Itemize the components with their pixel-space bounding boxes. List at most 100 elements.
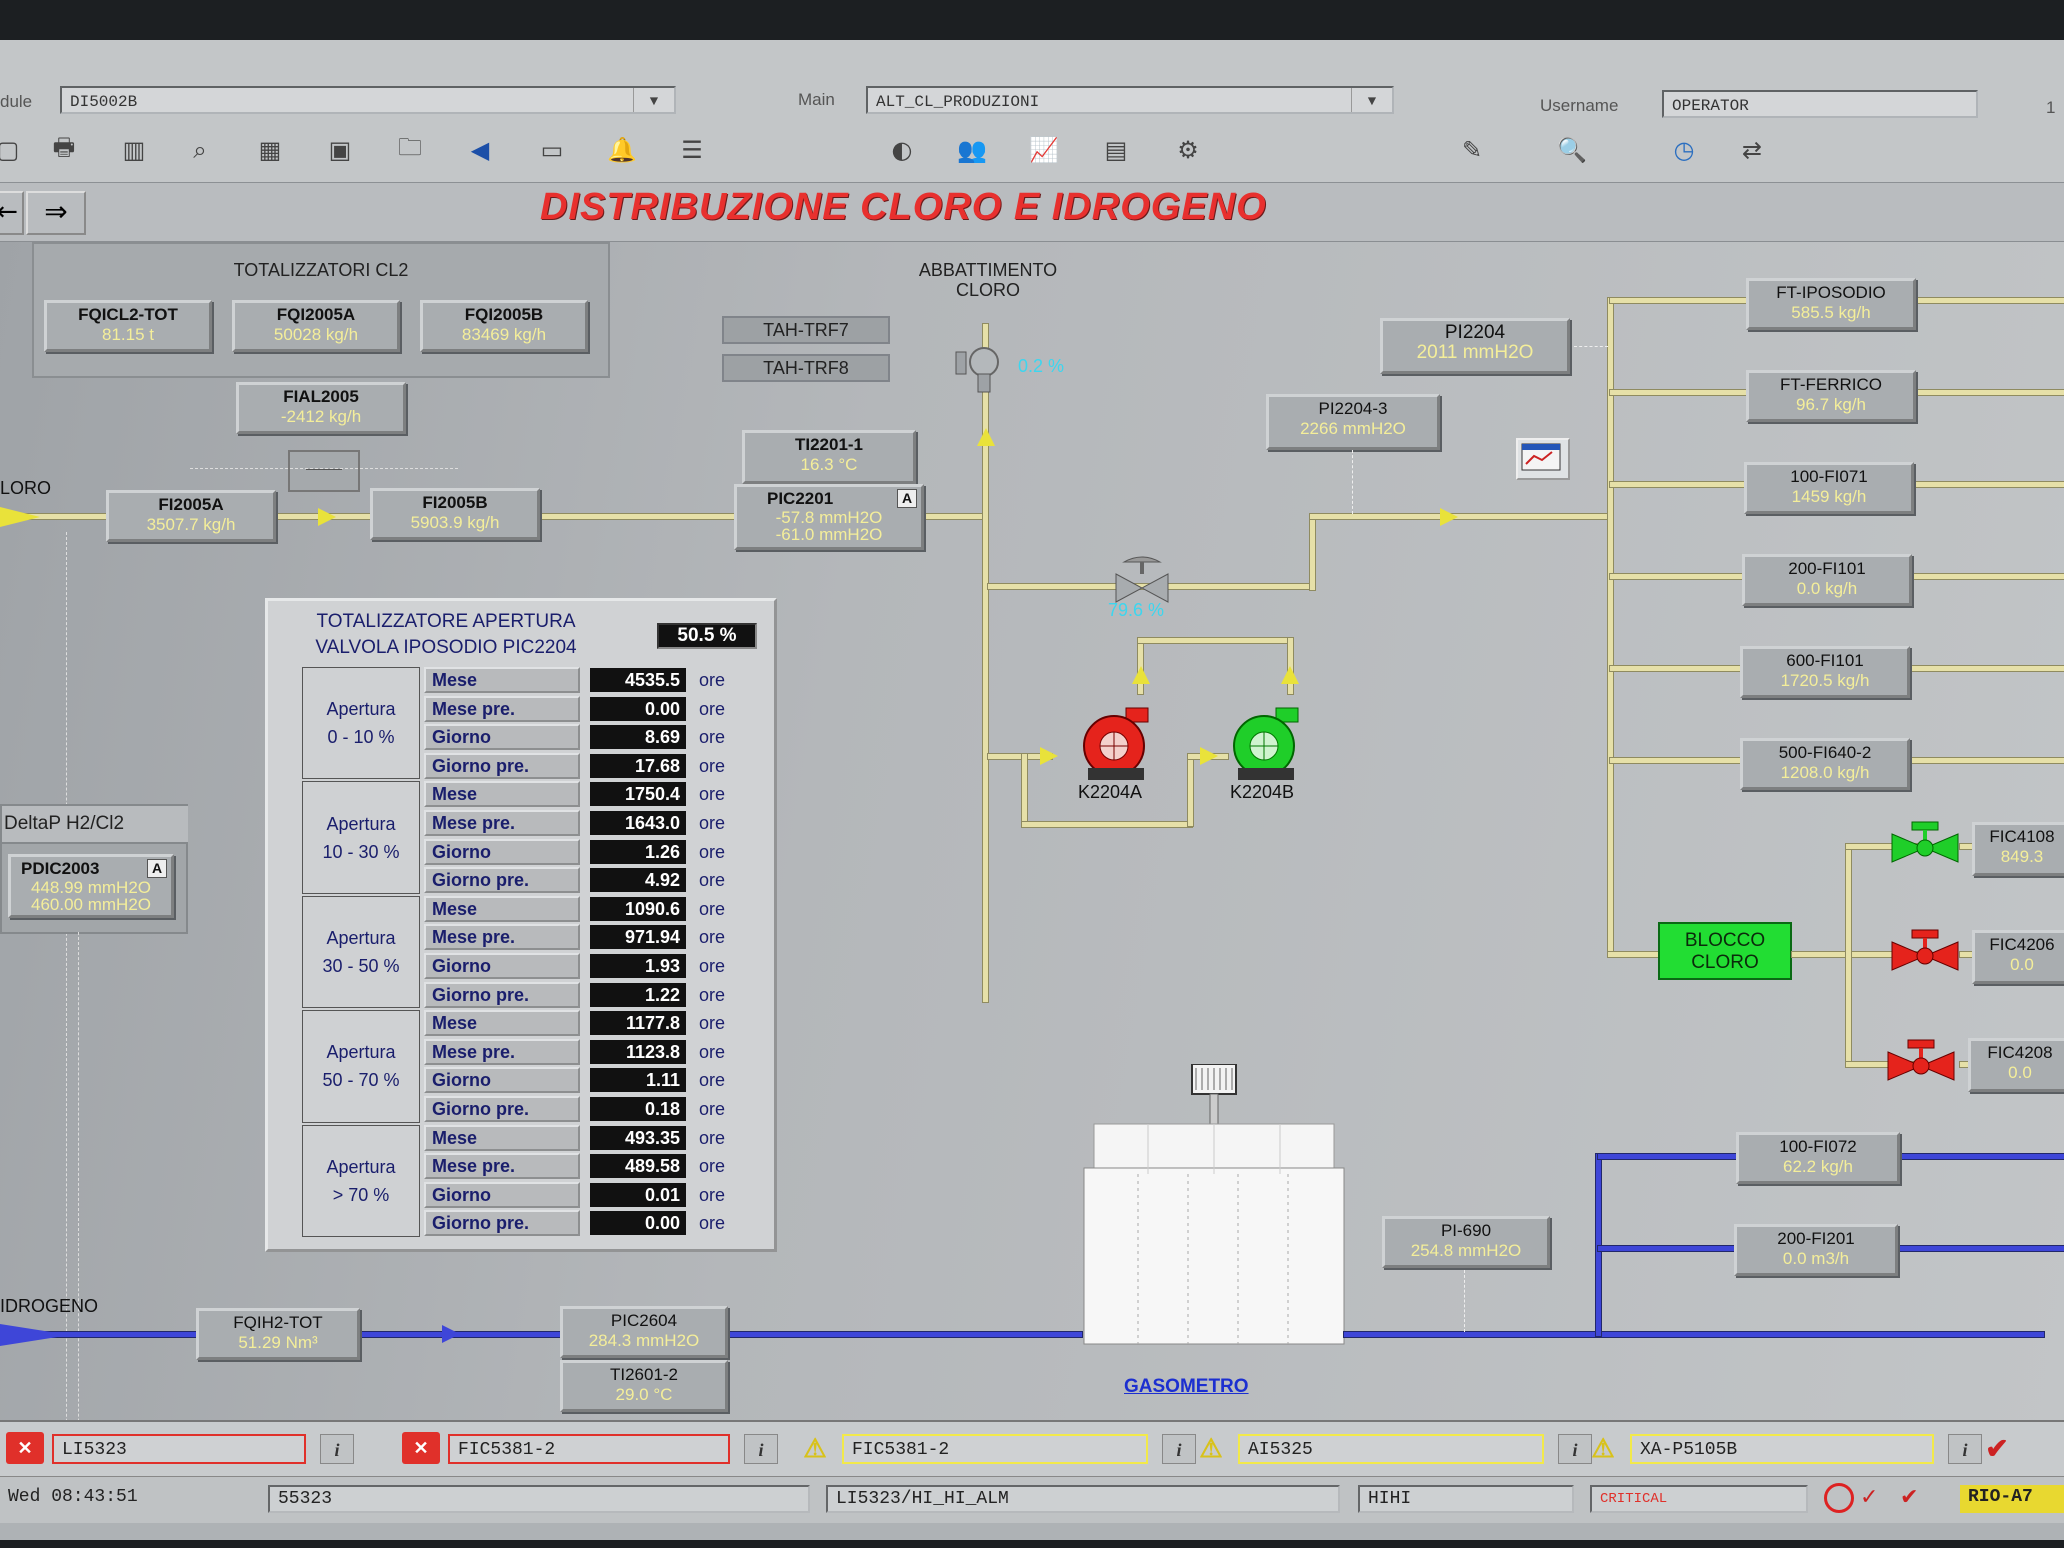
fial2005-tag[interactable]: FIAL2005 -2412 kg/h [236,382,406,434]
warning-triangle-icon[interactable]: ⚠ [1192,1432,1230,1464]
alarm-tag-field[interactable]: FIC5381-2 [842,1434,1148,1464]
trend-display-icon[interactable] [1516,438,1570,480]
flow-tag[interactable]: 100-FI072 62.2 kg/h [1736,1132,1900,1184]
tag-name: TI2201-1 [794,435,864,454]
report-icon[interactable]: ▤ [1094,130,1138,170]
fqi2005b-tag[interactable]: FQI2005B 83469 kg/h [420,300,588,352]
gasometro-tank-icon[interactable] [1078,1063,1350,1346]
opening-range-label: Apertura 30 - 50 % [302,895,420,1009]
gasometro-link[interactable]: GASOMETRO [1124,1376,1249,1398]
row-label: Mese [424,667,580,693]
dashed-signal-line [1464,1270,1466,1332]
plant-icon[interactable]: ⚙ [1166,130,1210,170]
users-icon[interactable]: 👥 [950,130,994,170]
pi2204-3-tag[interactable]: PI2204-3 2266 mmH2O [1266,394,1440,450]
alarm-tag-field[interactable]: FIC5381-2 [448,1434,730,1464]
folder-icon[interactable]: 🗀 [388,130,432,170]
trend-bars-icon[interactable]: ▥ [112,130,156,170]
info-button[interactable]: i [744,1434,778,1464]
bell-icon[interactable]: 🔔 [600,130,644,170]
chevron-down-icon[interactable]: ▼ [633,88,674,112]
datetime: Wed 08:43:51 [8,1487,138,1507]
ack-all-icon[interactable]: ✔ [1900,1483,1934,1513]
status-message: LI5323/HI_HI_ALM [826,1485,1340,1513]
dashed-signal-line [190,468,458,470]
header-bar: dule DI5002B ▼ Main ALT_CL_PRODUZIONI ▼ Us… [0,40,2064,121]
tag-value: 0.0 kg/h [1796,579,1858,598]
tah-trf7-tag[interactable]: TAH-TRF7 [722,316,890,344]
nav-forward-icon[interactable]: ⇒ [26,191,86,235]
screen-icon[interactable]: ▭ [530,130,574,170]
pump-k2204a-icon[interactable] [1076,704,1158,782]
ti2601-tag[interactable]: TI2601-2 29.0 °C [560,1360,728,1412]
warning-triangle-icon[interactable]: ⚠ [796,1432,834,1464]
globe-icon[interactable]: ◐ [880,130,924,170]
chevron-down-icon[interactable]: ▼ [1351,88,1392,112]
main-value: ALT_CL_PRODUZIONI [876,93,1040,111]
back-arrow-icon[interactable]: ◀ [458,130,502,170]
flow-tag[interactable]: 100-FI071 1459 kg/h [1744,462,1914,514]
edit-icon[interactable]: ✎ [1450,130,1494,170]
flow-tag[interactable]: 200-FI101 0.0 kg/h [1742,554,1912,606]
on-off-valve-green-icon[interactable] [1888,820,1962,866]
window-icon[interactable]: ▢ [0,130,30,170]
pic2604-tag[interactable]: PIC2604 284.3 mmH2O [560,1306,728,1358]
flow-tag[interactable]: 600-FI101 1720.5 kg/h [1740,646,1910,698]
fic4208-tag[interactable]: FIC4208 0.0 [1968,1038,2064,1092]
pi2204-tag[interactable]: PI2204 2011 mmH2O [1380,318,1570,374]
acknowledge-icon[interactable]: ✔ [1978,1432,2016,1464]
tag-value: 1720.5 kg/h [1780,671,1870,690]
alarm-red-icon[interactable]: ✕ [6,1432,44,1464]
exchange-icon[interactable]: ⇄ [1730,130,1774,170]
unit-label: ore [699,956,726,976]
list-icon[interactable]: ☰ [670,130,714,170]
info-button[interactable]: i [1948,1434,1982,1464]
tah-trf8-tag[interactable]: TAH-TRF8 [722,354,890,382]
flow-tag[interactable]: 500-FI640-2 1208.0 kg/h [1740,738,1910,790]
flow-tag[interactable]: FT-FERRICO 96.7 kg/h [1746,370,1916,422]
tag-value: 2011 mmH2O [1416,342,1534,363]
nav-back-icon[interactable]: ← [0,191,24,235]
tag-name: PIC2201 [767,489,834,508]
username-field[interactable]: OPERATOR [1662,90,1978,118]
zoom-icon[interactable]: ⌕ [178,130,222,170]
info-button[interactable]: i [1162,1434,1196,1464]
control-valve-icon[interactable] [950,340,1006,396]
pdic2003-tag[interactable]: PDIC2003 A 448.99 mmH2O 460.00 mmH2O [8,854,174,918]
pi690-tag[interactable]: PI-690 254.8 mmH2O [1382,1216,1550,1268]
info-button[interactable]: i [320,1434,354,1464]
pic2201-tag[interactable]: PIC2201 A -57.8 mmH2O -61.0 mmH2O [734,484,924,550]
print-icon[interactable]: 🖶 [42,130,86,170]
opening-range-label: Apertura > 70 % [302,1124,420,1237]
on-off-valve-red-icon[interactable] [1888,928,1962,974]
pump-k2204b-icon[interactable] [1226,704,1308,782]
module-select[interactable]: DI5002B ▼ [60,86,676,114]
alarm-tag-field[interactable]: AI5325 [1238,1434,1544,1464]
fi2005a-tag[interactable]: FI2005A 3507.7 kg/h [106,490,276,542]
alarm-tag-field[interactable]: XA-P5105B [1630,1434,1934,1464]
flow-tag[interactable]: FT-IPOSODIO 585.5 kg/h [1746,278,1916,330]
fi2005b-tag[interactable]: FI2005B 5903.9 kg/h [370,488,540,540]
trend-chart-icon[interactable]: 📈 [1022,130,1066,170]
unit-label: ore [699,1127,726,1148]
clock-icon[interactable]: ◷ [1662,130,1706,170]
ack-check-icon[interactable]: ✓ [1860,1483,1894,1513]
alarm-tag-field[interactable]: LI5323 [52,1434,306,1464]
main-select[interactable]: ALT_CL_PRODUZIONI ▼ [866,86,1394,114]
fqi2005a-tag[interactable]: FQI2005A 50028 kg/h [232,300,400,352]
on-off-valve-red-icon[interactable] [1884,1038,1958,1084]
layout-icon[interactable]: ▦ [248,130,292,170]
display-icon[interactable]: ▣ [318,130,362,170]
blocco-cloro-button[interactable]: BLOCCO CLORO [1658,922,1792,980]
warning-triangle-icon[interactable]: ⚠ [1584,1432,1622,1464]
flow-tag[interactable]: 200-FI201 0.0 m3/h [1734,1224,1898,1276]
fic4206-tag[interactable]: FIC4206 0.0 [1972,930,2064,984]
ti2201-tag[interactable]: TI2201-1 16.3 °C [742,430,916,484]
tag-name: FI2005B [422,493,488,512]
alarm-red-icon[interactable]: ✕ [402,1432,440,1464]
fqicl2-tot-tag[interactable]: FQICL2-TOT 81.15 t [44,300,212,352]
fic4108-tag[interactable]: FIC4108 849.3 [1972,822,2064,876]
no-entry-icon[interactable] [1824,1483,1854,1513]
search-people-icon[interactable]: 🔍 [1550,130,1594,170]
fqih2-tot-tag[interactable]: FQIH2-TOT 51.29 Nm³ [196,1308,360,1360]
